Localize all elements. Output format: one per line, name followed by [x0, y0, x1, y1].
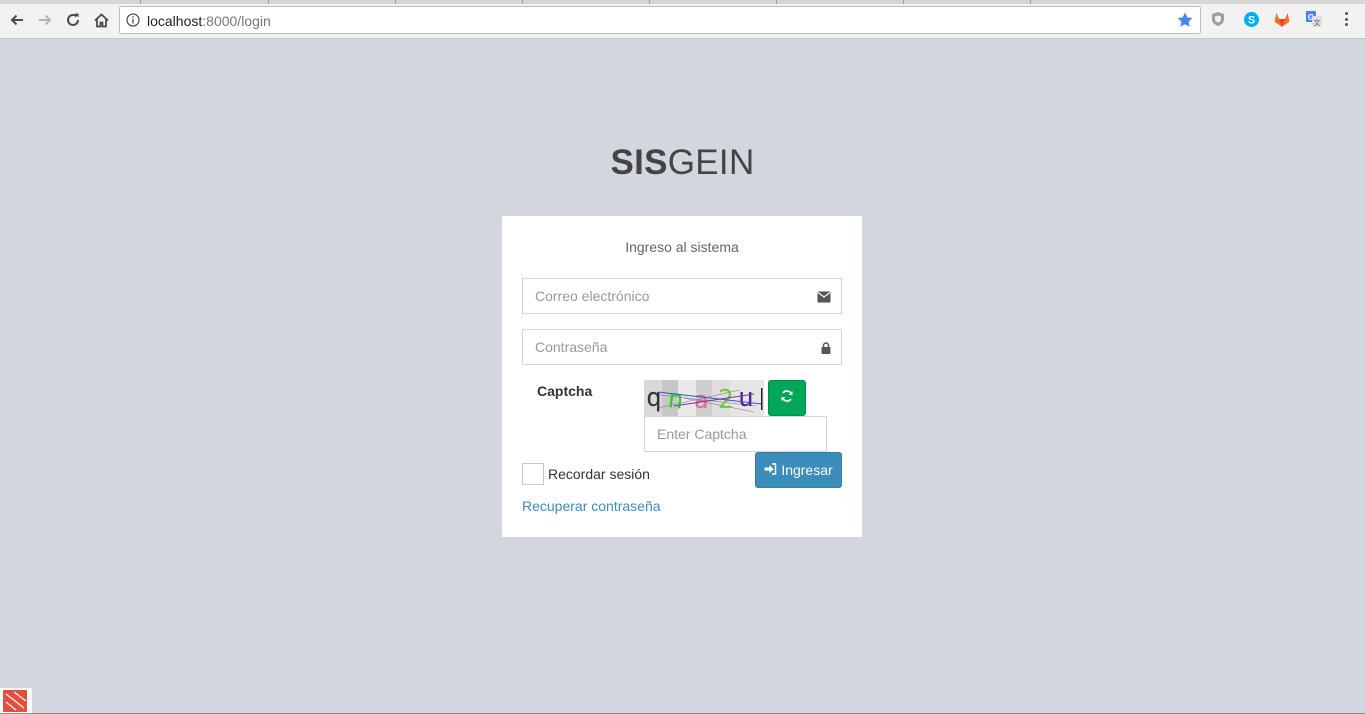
debug-toolbar-icon[interactable] — [0, 688, 32, 714]
email-field[interactable] — [522, 278, 842, 314]
refresh-icon — [780, 389, 794, 408]
email-input[interactable] — [523, 279, 841, 313]
forgot-password-link[interactable]: Recuperar contraseña — [522, 498, 661, 514]
captcha-input[interactable] — [645, 417, 826, 451]
translate-extension-icon[interactable]: G文 — [1305, 10, 1323, 28]
login-submit-label: Ingresar — [781, 462, 833, 478]
login-box: Ingreso al sistema Captcha q n a 2 u — [502, 216, 862, 537]
kebab-menu-icon[interactable] — [1340, 10, 1352, 28]
remember-session-checkbox[interactable]: Recordar sesión — [522, 463, 650, 485]
info-icon[interactable] — [126, 13, 140, 32]
svg-text:a: a — [694, 386, 708, 414]
url-text[interactable]: localhost:8000/login — [147, 13, 271, 29]
lock-icon — [821, 341, 831, 359]
shield-extension-icon[interactable] — [1209, 10, 1227, 28]
address-bar[interactable]: localhost:8000/login — [119, 6, 1201, 34]
captcha-field[interactable] — [644, 416, 827, 452]
svg-text:S: S — [1247, 14, 1254, 26]
captcha-refresh-button[interactable] — [768, 380, 806, 416]
reload-icon[interactable] — [62, 9, 84, 31]
svg-text:q: q — [646, 383, 662, 413]
login-submit-button[interactable]: Ingresar — [755, 452, 842, 488]
login-box-message: Ingreso al sistema — [625, 239, 739, 255]
svg-text:文: 文 — [1314, 18, 1321, 27]
password-field[interactable] — [522, 329, 842, 365]
svg-text:n: n — [666, 384, 685, 415]
captcha-image: q n a 2 u — [644, 380, 764, 416]
back-arrow-icon[interactable] — [6, 9, 28, 31]
svg-text:u: u — [738, 383, 754, 413]
bookmark-star-icon[interactable] — [1176, 11, 1194, 34]
checkbox[interactable] — [522, 463, 544, 485]
gitlab-extension-icon[interactable] — [1273, 10, 1291, 28]
forward-arrow-icon[interactable] — [34, 9, 56, 31]
password-input[interactable] — [523, 330, 841, 364]
captcha-label: Captcha — [537, 383, 593, 399]
remember-session-label: Recordar sesión — [548, 466, 650, 482]
skype-extension-icon[interactable]: S — [1242, 10, 1260, 28]
tab-strip[interactable] — [0, 0, 1365, 4]
browser-toolbar: localhost:8000/login S G文 — [0, 0, 1365, 39]
envelope-icon — [817, 290, 831, 308]
app-logo[interactable]: SISGEIN — [0, 143, 1365, 183]
sign-in-icon — [764, 462, 777, 478]
home-icon[interactable] — [90, 9, 112, 31]
